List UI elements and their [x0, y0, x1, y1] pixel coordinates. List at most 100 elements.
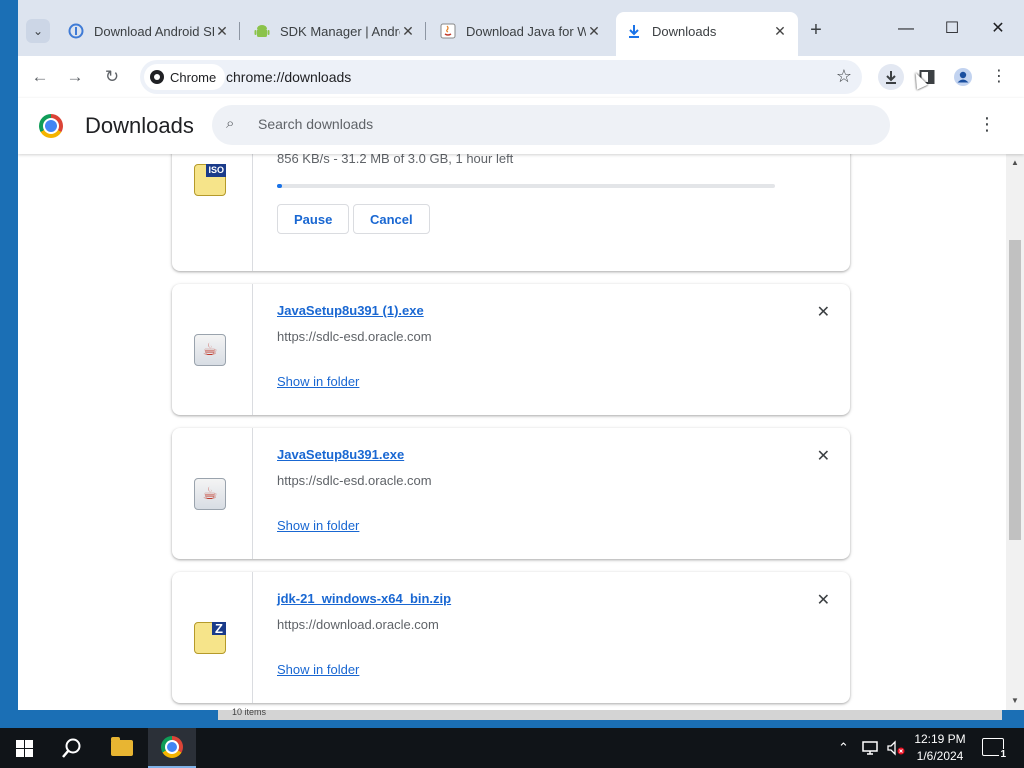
windows-taskbar: ⌃ 12:19 PM 1/6/2024 1 — [0, 728, 1024, 768]
download-card: ☕ JavaSetup8u391 (1).exe https://sdlc-es… — [172, 284, 850, 415]
notification-count: 1 — [999, 749, 1007, 760]
page-title: Downloads — [85, 113, 194, 138]
card-icon-column: Z — [172, 572, 253, 703]
iso-file-icon: ISO — [194, 164, 226, 196]
downloads-header: Downloads ⌕ ⋮ — [18, 98, 1024, 154]
tab-search-button[interactable]: ⌄ — [26, 19, 50, 43]
close-tab-icon[interactable]: ✕ — [772, 23, 788, 40]
tab-title: Download Android SDK — [94, 23, 214, 39]
tab-downloads[interactable]: Downloads ✕ — [616, 12, 798, 56]
downloads-list: ISO 856 KB/s - 31.2 MB of 3.0 GB, 1 hour… — [18, 154, 1006, 710]
download-status: 856 KB/s - 31.2 MB of 3.0 GB, 1 hour lef… — [277, 154, 514, 166]
address-bar[interactable]: Chrome chrome://downloads ☆ — [140, 60, 862, 94]
volume-muted-icon[interactable] — [886, 728, 906, 768]
chrome-taskbar-button[interactable] — [148, 728, 196, 768]
cancel-button[interactable]: Cancel — [353, 204, 430, 234]
chevron-down-icon: ⌄ — [32, 24, 44, 38]
downloads-toolbar-button[interactable] — [878, 64, 904, 90]
tab-title: Downloads — [652, 23, 717, 39]
tab-separator — [425, 22, 426, 40]
reload-button[interactable]: ↻ — [98, 63, 126, 91]
forward-button[interactable]: → — [61, 63, 89, 91]
close-window-button[interactable]: ✕ — [975, 14, 1021, 44]
tab-sdk-manager[interactable]: SDK Manager | Android ✕ — [244, 14, 426, 48]
clock-time: 12:19 PM — [914, 732, 966, 746]
chrome-icon — [150, 70, 164, 84]
show-in-folder-link[interactable]: Show in folder — [277, 374, 359, 389]
url-text[interactable]: chrome://downloads — [226, 69, 351, 85]
scrollbar-thumb[interactable] — [1009, 240, 1021, 540]
close-tab-icon[interactable]: ✕ — [214, 23, 230, 40]
file-name-link[interactable]: JavaSetup8u391.exe — [277, 447, 404, 462]
android-studio-icon — [68, 23, 84, 39]
file-source-url: https://sdlc-esd.oracle.com — [277, 329, 432, 344]
download-card: Z jdk-21_windows-x64_bin.zip https://dow… — [172, 572, 850, 703]
progress-fill — [277, 184, 282, 188]
card-icon-column: ISO — [172, 154, 253, 271]
site-info-chip[interactable]: Chrome — [144, 64, 226, 90]
show-in-folder-link[interactable]: Show in folder — [277, 518, 359, 533]
search-downloads-field[interactable]: ⌕ — [212, 105, 890, 145]
java-file-icon: ☕ — [194, 478, 226, 510]
remove-item-icon[interactable]: ✕ — [817, 302, 830, 322]
maximize-button[interactable]: ☐ — [929, 14, 975, 44]
search-icon: ⌕ — [226, 115, 235, 132]
tab-title: Download Java for Windows — [466, 23, 586, 39]
card-icon-column: ☕ — [172, 428, 253, 559]
show-hidden-icons-button[interactable]: ⌃ — [838, 728, 849, 768]
download-card: ☕ JavaSetup8u391.exe https://sdlc-esd.or… — [172, 428, 850, 559]
download-card-in-progress: ISO 856 KB/s - 31.2 MB of 3.0 GB, 1 hour… — [172, 154, 850, 271]
taskbar-search-button[interactable] — [48, 728, 96, 768]
background-window-status: 10 items — [232, 707, 267, 717]
browser-menu-icon[interactable]: ⋮ — [986, 64, 1012, 90]
remove-item-icon[interactable]: ✕ — [817, 590, 830, 610]
file-explorer-button[interactable] — [98, 728, 146, 768]
scroll-down-arrow-icon[interactable]: ▼ — [1011, 696, 1019, 705]
tab-separator — [239, 22, 240, 40]
chrome-logo-icon — [39, 114, 63, 138]
back-button[interactable]: ← — [26, 63, 54, 91]
clock-date: 1/6/2024 — [916, 749, 964, 763]
search-icon — [62, 738, 81, 758]
vertical-scrollbar[interactable]: ▲ ▼ — [1006, 154, 1024, 710]
bookmark-star-icon[interactable]: ☆ — [836, 66, 852, 87]
progress-bar — [277, 184, 775, 188]
tab-title: SDK Manager | Android — [280, 23, 400, 39]
file-name-link[interactable]: JavaSetup8u391 (1).exe — [277, 303, 424, 318]
java-file-icon: ☕ — [194, 334, 226, 366]
zip-file-icon: Z — [194, 622, 226, 654]
new-tab-button[interactable]: + — [805, 20, 827, 42]
java-icon — [440, 23, 456, 39]
background-window-statusbar: 10 items — [218, 707, 1002, 720]
tab-download-android-sdk[interactable]: Download Android SDK ✕ — [58, 14, 240, 48]
scroll-up-arrow-icon[interactable]: ▲ — [1011, 158, 1019, 167]
show-in-folder-link[interactable]: Show in folder — [277, 662, 359, 677]
minimize-button[interactable]: — — [883, 14, 929, 44]
close-tab-icon[interactable]: ✕ — [586, 23, 602, 40]
search-input[interactable] — [256, 115, 860, 133]
start-button[interactable] — [0, 728, 48, 768]
tab-download-java[interactable]: Download Java for Windows ✕ — [430, 14, 612, 48]
file-name-link[interactable]: jdk-21_windows-x64_bin.zip — [277, 591, 451, 606]
remove-item-icon[interactable]: ✕ — [817, 446, 830, 466]
iso-badge: ISO — [206, 164, 226, 177]
download-icon — [626, 23, 642, 39]
card-icon-column: ☕ — [172, 284, 253, 415]
tab-strip: ⌄ Download Android SDK ✕ SDK Manager | A… — [18, 0, 1024, 56]
chrome-icon — [161, 736, 183, 758]
close-tab-icon[interactable]: ✕ — [400, 23, 416, 40]
notification-center-icon[interactable]: 1 — [982, 738, 1007, 760]
chip-label: Chrome — [170, 69, 217, 85]
system-clock[interactable]: 12:19 PM 1/6/2024 — [912, 731, 968, 765]
zip-badge: Z — [212, 622, 226, 635]
pause-button[interactable]: Pause — [277, 204, 350, 234]
network-icon[interactable] — [862, 728, 880, 768]
more-actions-icon[interactable]: ⋮ — [978, 114, 996, 135]
folder-icon — [111, 737, 133, 756]
browser-toolbar: ← → ↻ Chrome chrome://downloads ☆ ⋮ — [18, 56, 1024, 99]
android-robot-icon — [254, 23, 270, 39]
chrome-window: ⌄ Download Android SDK ✕ SDK Manager | A… — [18, 0, 1024, 710]
windows-logo-icon — [15, 739, 33, 757]
profile-avatar-icon[interactable] — [950, 64, 976, 90]
file-source-url: https://download.oracle.com — [277, 617, 439, 632]
